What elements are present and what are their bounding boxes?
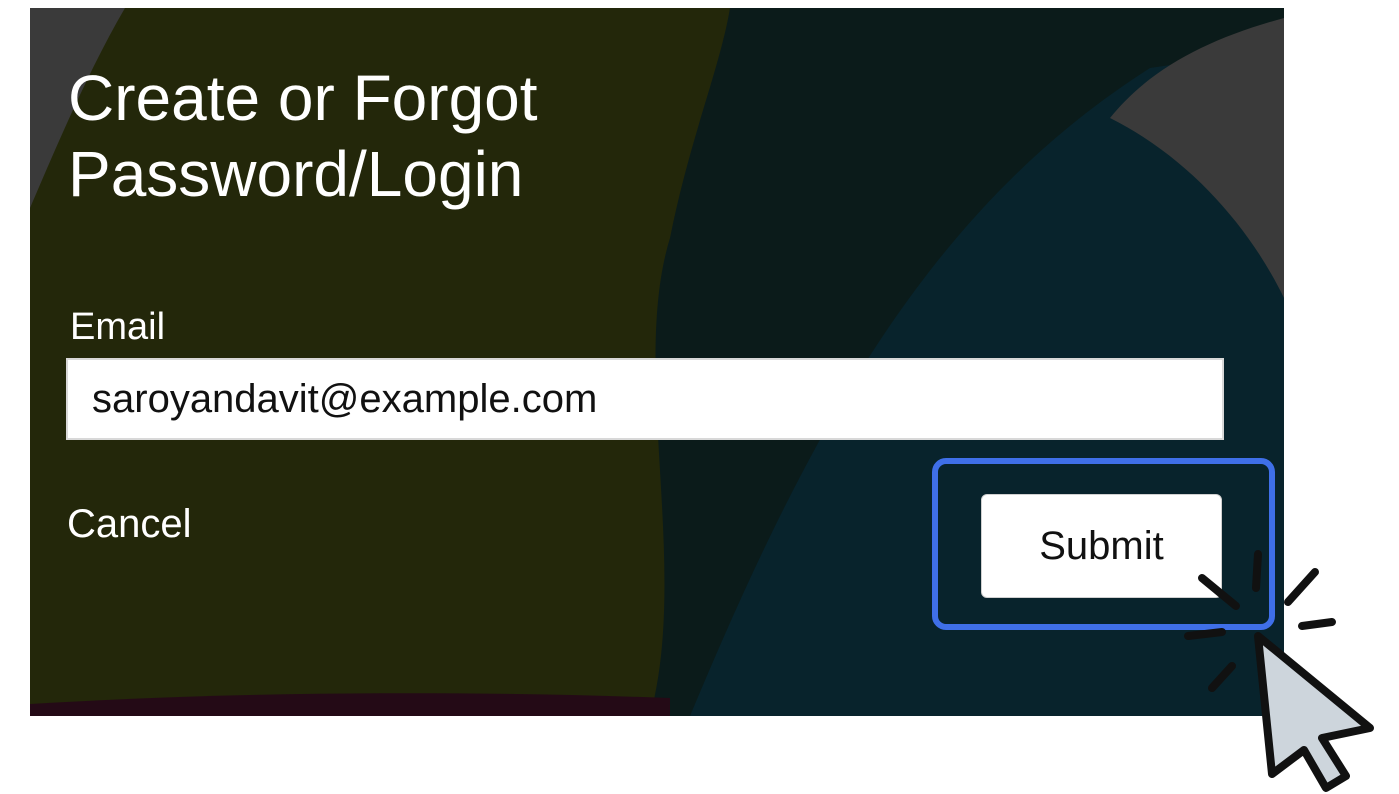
title-line-2: Password/Login [68, 138, 524, 210]
title-line-1: Create or Forgot [68, 62, 538, 134]
cancel-link[interactable]: Cancel [67, 500, 192, 548]
email-label: Email [70, 306, 166, 348]
submit-button[interactable]: Submit [981, 494, 1222, 598]
email-field[interactable] [66, 358, 1224, 440]
page-title: Create or Forgot Password/Login [68, 60, 828, 212]
login-dialog: Create or Forgot Password/Login Email Ca… [30, 8, 1284, 716]
